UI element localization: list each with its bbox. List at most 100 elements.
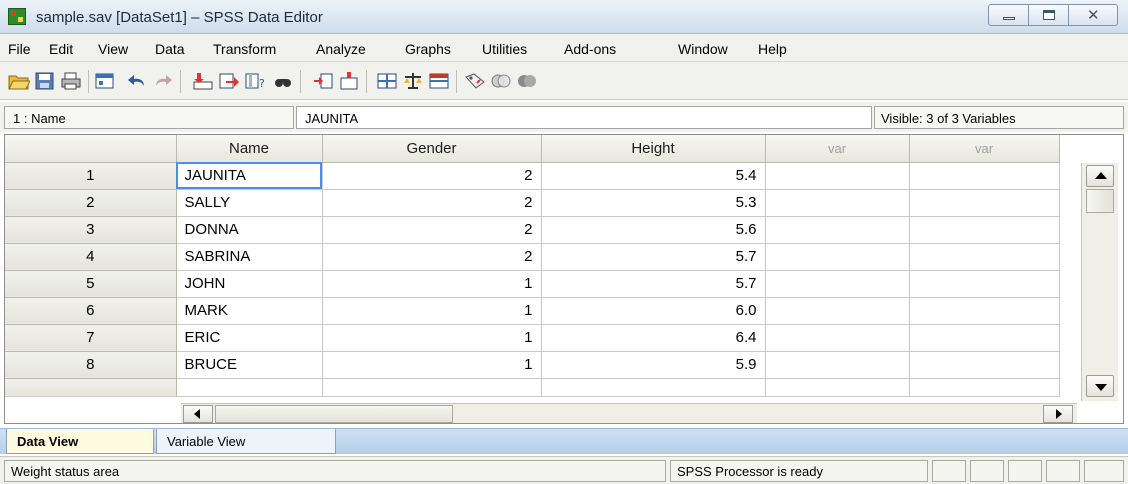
cell-height[interactable]: 5.3 — [541, 189, 766, 217]
column-header-var[interactable]: var — [909, 135, 1060, 163]
maximize-button[interactable] — [1028, 4, 1070, 26]
row-number[interactable]: 8 — [5, 351, 177, 379]
cell-empty[interactable] — [909, 324, 1060, 352]
menu-edit[interactable]: Edit — [49, 41, 73, 57]
row-number[interactable]: 7 — [5, 324, 177, 352]
row-number[interactable]: 6 — [5, 297, 177, 325]
vertical-scrollbar[interactable] — [1081, 163, 1118, 401]
cell-gender[interactable]: 1 — [322, 270, 542, 298]
tab-data-view[interactable]: Data View — [6, 429, 154, 454]
corner-cell[interactable] — [5, 135, 177, 163]
menu-help[interactable]: Help — [758, 41, 787, 57]
cell-empty[interactable] — [909, 162, 1060, 190]
row-number[interactable]: 4 — [5, 243, 177, 271]
cell-empty[interactable] — [909, 243, 1060, 271]
cell-gender[interactable]: 2 — [322, 243, 542, 271]
column-header-height[interactable]: Height — [541, 135, 766, 163]
row-number[interactable]: 5 — [5, 270, 177, 298]
cell-name[interactable]: SABRINA — [176, 243, 323, 271]
menu-analyze[interactable]: Analyze — [316, 41, 366, 57]
row-number[interactable]: 1 — [5, 162, 177, 190]
cell-empty[interactable] — [541, 378, 766, 397]
cell-gender[interactable]: 2 — [322, 216, 542, 244]
cell-height[interactable]: 5.7 — [541, 270, 766, 298]
cell-empty[interactable] — [322, 378, 542, 397]
cell-empty[interactable] — [765, 324, 910, 352]
cell-gender[interactable]: 1 — [322, 351, 542, 379]
menu-graphs[interactable]: Graphs — [405, 41, 451, 57]
show-all-variables-icon[interactable] — [516, 71, 538, 91]
cell-empty[interactable] — [176, 378, 323, 397]
row-number[interactable]: 3 — [5, 216, 177, 244]
cell-empty[interactable] — [765, 243, 910, 271]
cell-height[interactable]: 6.0 — [541, 297, 766, 325]
cell-empty[interactable] — [765, 162, 910, 190]
cell-empty[interactable] — [765, 378, 910, 397]
menu-add-ons[interactable]: Add-ons — [564, 41, 616, 57]
cell-empty[interactable] — [909, 378, 1060, 397]
cell-name[interactable]: ERIC — [176, 324, 323, 352]
scroll-up-button[interactable] — [1086, 165, 1114, 187]
select-cases-icon[interactable] — [428, 71, 450, 91]
redo-icon[interactable] — [152, 71, 174, 91]
goto-variable-icon[interactable] — [218, 71, 240, 91]
cell-name[interactable]: SALLY — [176, 189, 323, 217]
cell-empty[interactable] — [765, 216, 910, 244]
cell-height[interactable]: 6.4 — [541, 324, 766, 352]
dialog-recall-icon[interactable] — [94, 71, 116, 91]
cell-height[interactable]: 5.4 — [541, 162, 766, 190]
split-file-icon[interactable] — [376, 71, 398, 91]
cell-name[interactable]: JAUNITA — [176, 162, 323, 190]
cell-gender[interactable]: 1 — [322, 297, 542, 325]
use-sets-icon[interactable] — [490, 71, 512, 91]
cell-height[interactable]: 5.7 — [541, 243, 766, 271]
vertical-scroll-thumb[interactable] — [1086, 189, 1114, 213]
horizontal-scroll-thumb[interactable] — [215, 405, 453, 423]
cell-height[interactable]: 5.6 — [541, 216, 766, 244]
menu-transform[interactable]: Transform — [213, 41, 276, 57]
find-icon[interactable] — [272, 71, 294, 91]
cell-empty[interactable] — [909, 216, 1060, 244]
menu-utilities[interactable]: Utilities — [482, 41, 527, 57]
value-labels-icon[interactable] — [464, 71, 486, 91]
menu-view[interactable]: View — [98, 41, 128, 57]
scroll-right-button[interactable] — [1043, 405, 1073, 423]
weight-cases-icon[interactable] — [402, 71, 424, 91]
minimize-button[interactable] — [988, 4, 1030, 26]
cell-empty[interactable] — [765, 351, 910, 379]
insert-variable-icon[interactable] — [338, 71, 360, 91]
row-number[interactable]: 2 — [5, 189, 177, 217]
tab-variable-view[interactable]: Variable View — [156, 429, 336, 454]
open-folder-icon[interactable] — [8, 71, 30, 91]
cell-empty[interactable] — [909, 351, 1060, 379]
cell-empty[interactable] — [765, 189, 910, 217]
cell-gender[interactable]: 2 — [322, 162, 542, 190]
cell-empty[interactable] — [765, 297, 910, 325]
scroll-down-button[interactable] — [1086, 375, 1114, 397]
horizontal-scrollbar[interactable] — [181, 403, 1077, 423]
variables-info-icon[interactable]: ? — [244, 71, 266, 91]
cell-name[interactable]: JOHN — [176, 270, 323, 298]
menu-window[interactable]: Window — [678, 41, 728, 57]
save-icon[interactable] — [34, 71, 56, 91]
cell-height[interactable]: 5.9 — [541, 351, 766, 379]
spss-app-icon[interactable] — [8, 8, 26, 25]
cell-value-input[interactable]: JAUNITA — [296, 106, 872, 129]
column-header-name[interactable]: Name — [176, 135, 323, 163]
cell-empty[interactable] — [909, 270, 1060, 298]
close-button[interactable]: ✕ — [1068, 4, 1118, 26]
cell-name[interactable]: DONNA — [176, 216, 323, 244]
print-icon[interactable] — [60, 71, 82, 91]
cell-empty[interactable] — [765, 270, 910, 298]
cell-name[interactable]: MARK — [176, 297, 323, 325]
undo-icon[interactable] — [126, 71, 148, 91]
cell-empty[interactable] — [909, 189, 1060, 217]
cell-name[interactable]: BRUCE — [176, 351, 323, 379]
scroll-left-button[interactable] — [183, 405, 213, 423]
goto-case-icon[interactable] — [192, 71, 214, 91]
column-header-gender[interactable]: Gender — [322, 135, 542, 163]
insert-cases-icon[interactable] — [312, 71, 334, 91]
cell-gender[interactable]: 2 — [322, 189, 542, 217]
column-header-var[interactable]: var — [765, 135, 910, 163]
row-number[interactable] — [5, 378, 177, 397]
